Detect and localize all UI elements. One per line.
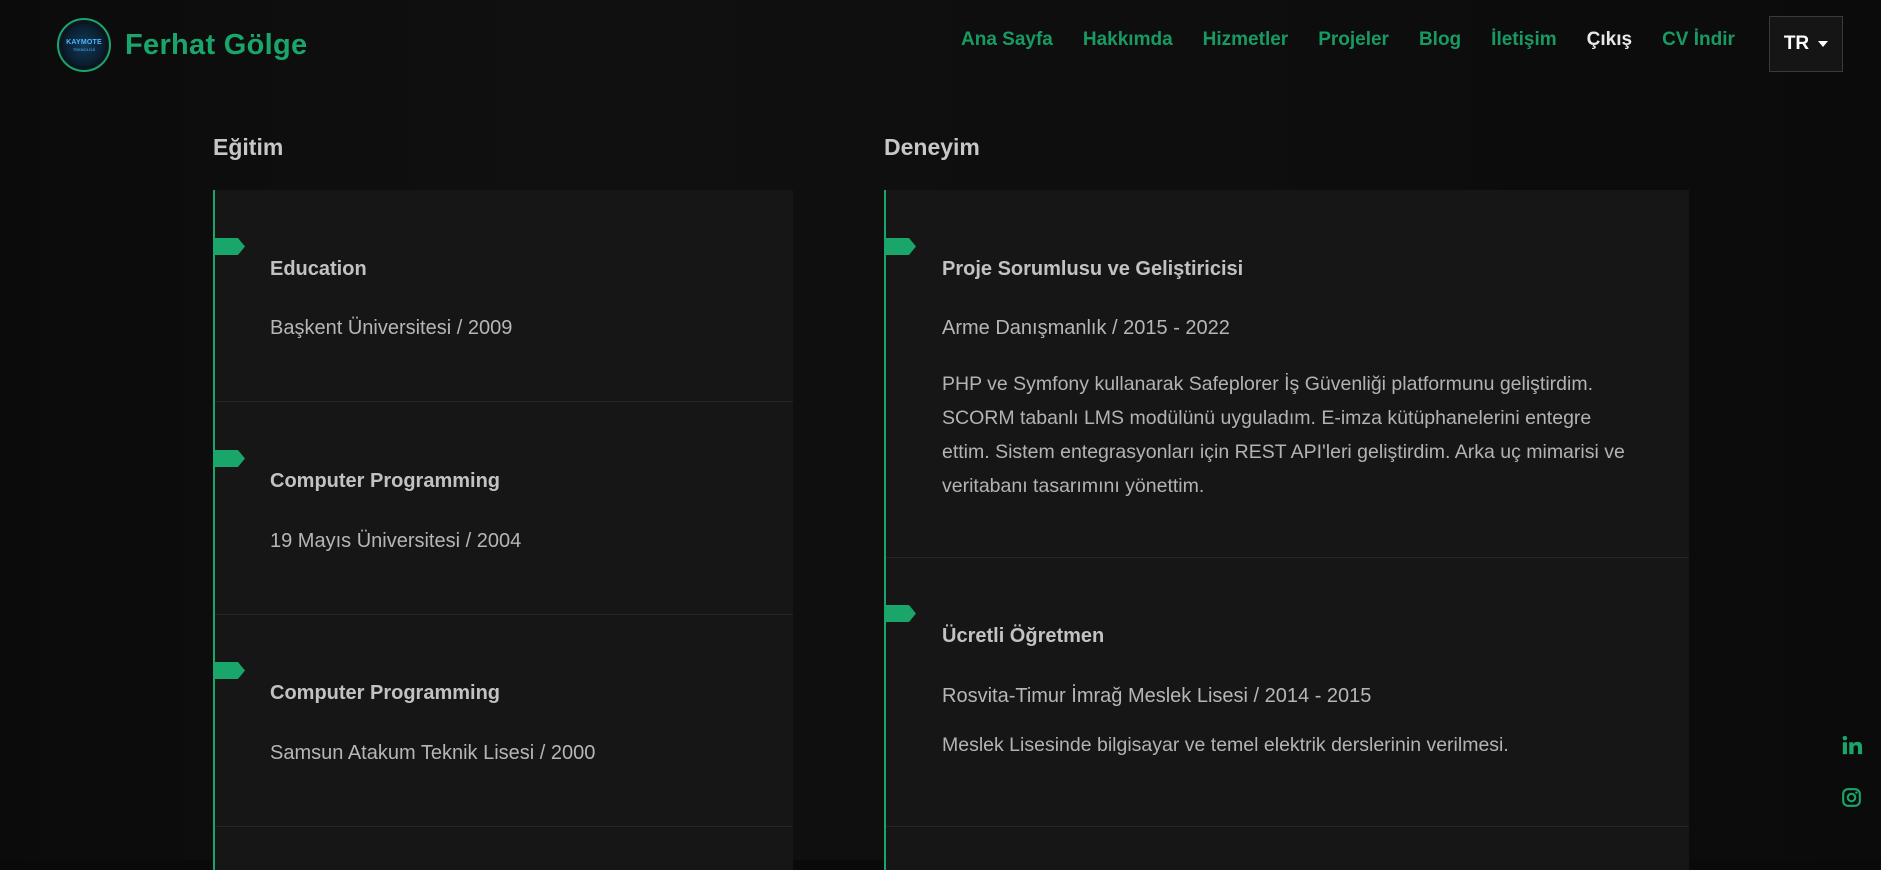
description-line: SCORM tabanlı LMS modülünü uyguladım. E-… — [942, 407, 1592, 429]
description-line: Meslek Lisesinde bilgisayar ve temel ele… — [942, 734, 1509, 756]
education-item: Education Başkent Üniversitesi / 2009 — [213, 190, 793, 402]
education-item-title: Education — [270, 258, 367, 280]
experience-item-sub: Rosvita-Timur İmrağ Meslek Lisesi / 2014… — [942, 685, 1372, 707]
brand[interactable]: KAYMOTE TEKNOLOJİ Ferhat Gölge — [57, 18, 307, 72]
navbar: KAYMOTE TEKNOLOJİ Ferhat Gölge Ana Sayfa… — [0, 0, 1881, 90]
experience-item-sub: Arme Danışmanlık / 2015 - 2022 — [942, 317, 1230, 339]
education-item-sub: 19 Mayıs Üniversitesi / 2004 — [270, 530, 522, 552]
nav-link-logout[interactable]: Çıkış — [1587, 29, 1632, 51]
logo-text-top: KAYMOTE — [66, 38, 102, 46]
nav-link-about[interactable]: Hakkımda — [1083, 29, 1173, 51]
timeline-marker-icon — [213, 662, 245, 679]
main-nav: Ana Sayfa Hakkımda Hizmetler Projeler Bl… — [961, 29, 1749, 51]
timeline-marker-icon — [884, 605, 916, 622]
timeline-marker-icon — [884, 238, 916, 255]
education-item: Computer Programming Samsun Atakum Tekni… — [213, 615, 793, 827]
education-item-sub: Başkent Üniversitesi / 2009 — [270, 317, 513, 339]
education-item-title: Computer Programming — [270, 470, 501, 492]
nav-link-services[interactable]: Hizmetler — [1203, 29, 1289, 51]
experience-timeline: Proje Sorumlusu ve Geliştiricisi Arme Da… — [884, 190, 1689, 870]
experience-item: Proje Sorumlusu ve Geliştiricisi Arme Da… — [884, 190, 1689, 558]
nav-link-contact[interactable]: İletişim — [1491, 29, 1556, 51]
education-item: Computer Programming 19 Mayıs Üniversite… — [213, 402, 793, 615]
logo-inner: KAYMOTE TEKNOLOJİ — [63, 24, 105, 66]
experience-item: Ücretli Öğretmen Rosvita-Timur İmrağ Mes… — [884, 558, 1689, 827]
logo-text-bottom: TEKNOLOJİ — [72, 46, 96, 52]
education-timeline: Education Başkent Üniversitesi / 2009 Co… — [213, 190, 793, 870]
experience-item-title: Proje Sorumlusu ve Geliştiricisi — [942, 258, 1244, 280]
education-item-sub: Samsun Atakum Teknik Lisesi / 2000 — [270, 742, 596, 764]
instagram-icon[interactable] — [1841, 787, 1862, 813]
description-line: ettim. Sistem entegrasyonları için REST … — [942, 441, 1625, 463]
language-dropdown[interactable]: TR — [1769, 16, 1843, 72]
linkedin-icon[interactable] — [1841, 734, 1863, 761]
timeline-marker-icon — [213, 450, 245, 467]
nav-link-cv-download[interactable]: CV İndir — [1662, 29, 1735, 51]
logo[interactable]: KAYMOTE TEKNOLOJİ — [57, 18, 111, 72]
timeline-marker-icon — [213, 238, 245, 255]
education-item-title: Computer Programming — [270, 682, 501, 704]
description-line: PHP ve Symfony kullanarak Safeplorer İş … — [942, 373, 1594, 395]
caret-down-icon — [1818, 41, 1829, 47]
nav-link-blog[interactable]: Blog — [1419, 29, 1461, 51]
experience-item-title: Ücretli Öğretmen — [942, 625, 1105, 647]
brand-name[interactable]: Ferhat Gölge — [125, 29, 307, 62]
nav-link-projects[interactable]: Projeler — [1318, 29, 1389, 51]
description-line: veritabanı tasarımını yönettim. — [942, 475, 1205, 497]
nav-link-home[interactable]: Ana Sayfa — [961, 29, 1053, 51]
language-value: TR — [1783, 33, 1810, 54]
education-title: Eğitim — [213, 134, 284, 160]
experience-title: Deneyim — [884, 134, 980, 160]
experience-item-description: Meslek Lisesinde bilgisayar ve temel ele… — [942, 728, 1662, 762]
experience-item-description: PHP ve Symfony kullanarak Safeplorer İş … — [942, 367, 1662, 503]
